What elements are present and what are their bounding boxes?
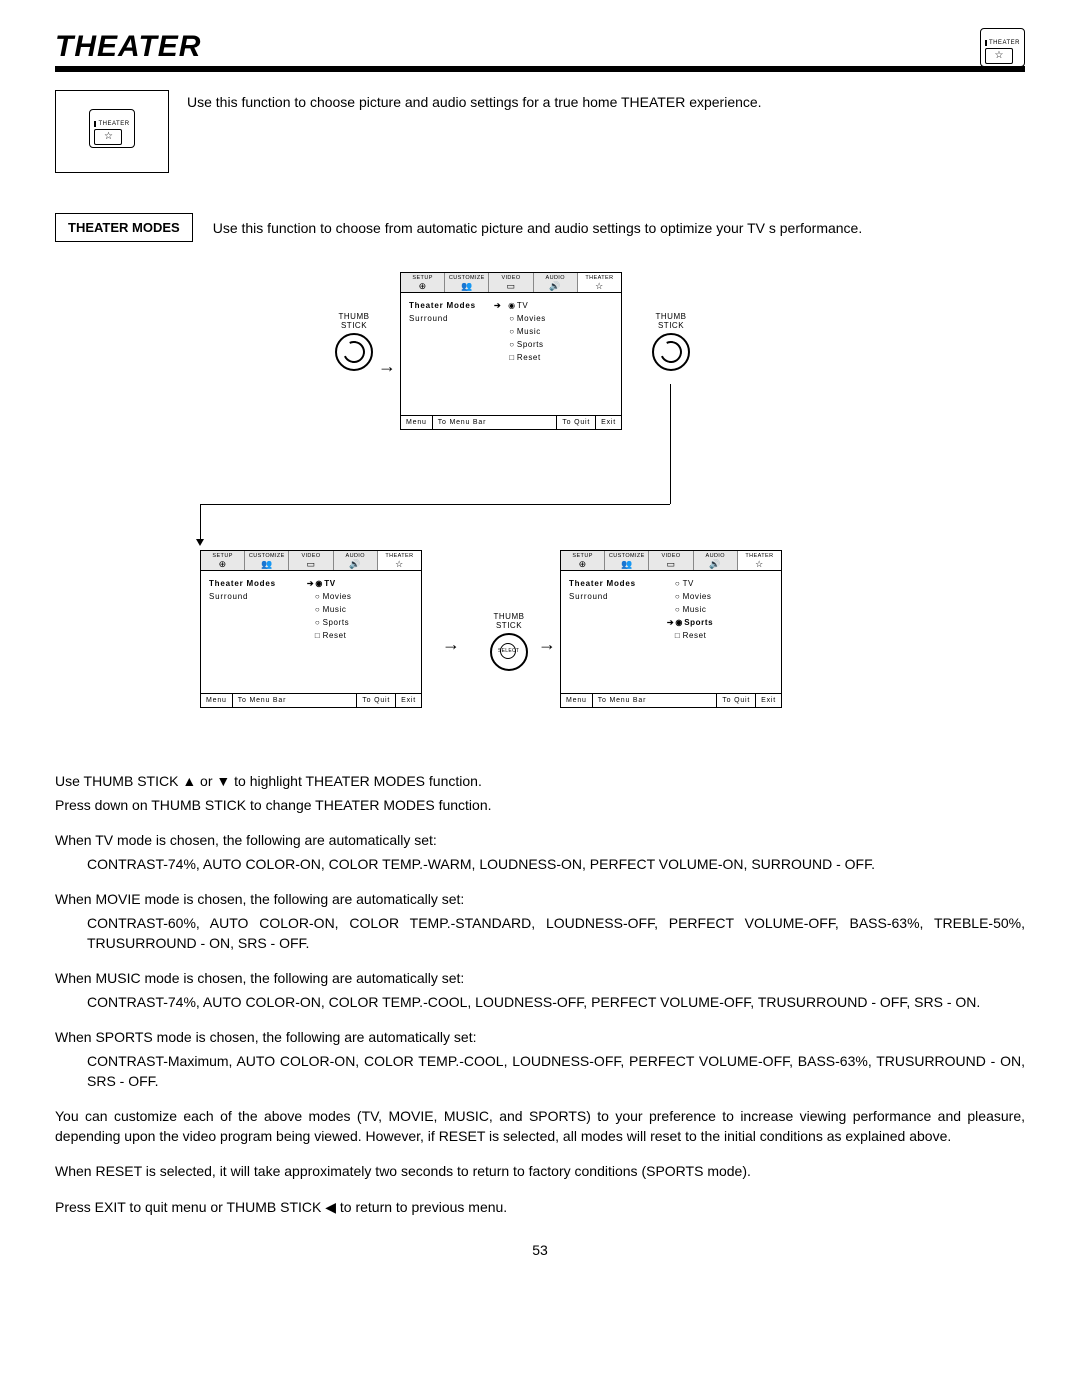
tab-customize[interactable]: CUSTOMIZE👥 [245, 551, 289, 570]
thumbstick-label: THUMBSTICK [490, 612, 528, 630]
arrow-right-icon: → [378, 356, 396, 377]
footer-exit: Exit [396, 694, 421, 707]
footer-to-quit: To Quit [717, 694, 756, 707]
menu-item-surround[interactable]: Surround [569, 590, 667, 603]
menu-item-surround[interactable]: Surround [209, 590, 307, 603]
diagram-area: THUMBSTICK → THUMBSTICK SETUP⊕ CUSTOMIZE… [60, 272, 1020, 752]
osd-tabbar: SETUP⊕ CUSTOMIZE👥 VIDEO▭ AUDIO🔊 THEATER☆ [201, 551, 421, 571]
intro-theater-glyph-icon: ☆ [94, 129, 122, 145]
intro-icon-label: THEATER [94, 121, 129, 127]
option-movies[interactable]: ○Movies [667, 590, 773, 603]
thumbstick-right-1: THUMBSTICK [652, 312, 690, 371]
menu-item-theater-modes[interactable]: Theater Modes [569, 577, 667, 590]
arrowhead-down-icon [196, 539, 204, 546]
thumbstick-label: THUMBSTICK [335, 312, 373, 330]
tab-audio[interactable]: AUDIO🔊 [694, 551, 738, 570]
footer-to-menu-bar: To Menu Bar [233, 694, 358, 707]
customize-text: You can customize each of the above mode… [55, 1107, 1025, 1146]
intro-text: Use this function to choose picture and … [187, 90, 762, 110]
tab-setup[interactable]: SETUP⊕ [401, 273, 445, 292]
menu-item-theater-modes[interactable]: Theater Modes ➔ [409, 299, 507, 312]
thumbstick-select: THUMBSTICK SELECT [490, 612, 528, 671]
thumbstick-label: THUMBSTICK [652, 312, 690, 330]
footer-menu: Menu [561, 694, 593, 707]
intro-icon-frame: THEATER ☆ [55, 90, 169, 173]
option-sports[interactable]: ○Sports [307, 616, 413, 629]
option-movies[interactable]: ○Movies [507, 312, 613, 325]
option-tv[interactable]: ◉TV [507, 299, 613, 312]
option-music[interactable]: ○Music [667, 603, 773, 616]
select-label: SELECT [498, 648, 519, 654]
osd-screen-3: SETUP⊕ CUSTOMIZE👥 VIDEO▭ AUDIO🔊 THEATER☆… [560, 550, 782, 708]
footer-menu: Menu [201, 694, 233, 707]
tab-audio[interactable]: AUDIO🔊 [334, 551, 378, 570]
arrow-right-icon: → [538, 634, 556, 655]
menu-item-surround[interactable]: Surround [409, 312, 507, 325]
tab-setup[interactable]: SETUP⊕ [561, 551, 605, 570]
tab-theater[interactable]: THEATER☆ [378, 551, 421, 570]
option-movies[interactable]: ○Movies [307, 590, 413, 603]
sports-mode-head: When SPORTS mode is chosen, the followin… [55, 1028, 1025, 1048]
menu-item-theater-modes[interactable]: Theater Modes [209, 577, 307, 590]
thumbstick-left-1: THUMBSTICK [335, 312, 373, 371]
footer-exit: Exit [756, 694, 781, 707]
tab-video[interactable]: VIDEO▭ [649, 551, 693, 570]
tab-setup[interactable]: SETUP⊕ [201, 551, 245, 570]
option-reset[interactable]: □Reset [667, 629, 773, 642]
movie-mode-body: CONTRAST-60%, AUTO COLOR-ON, COLOR TEMP.… [55, 914, 1025, 953]
option-sports[interactable]: ➔◉Sports [667, 616, 773, 629]
option-music[interactable]: ○Music [507, 325, 613, 338]
footer-to-menu-bar: To Menu Bar [433, 416, 558, 429]
tv-mode-body: CONTRAST-74%, AUTO COLOR-ON, COLOR TEMP.… [55, 855, 1025, 875]
osd-tabbar: SETUP⊕ CUSTOMIZE👥 VIDEO▭ AUDIO🔊 THEATER☆ [561, 551, 781, 571]
instruction-line-1: Use THUMB STICK ▲ or ▼ to highlight THEA… [55, 772, 1025, 792]
tab-theater[interactable]: THEATER☆ [738, 551, 781, 570]
page-title: THEATER [55, 30, 1025, 64]
setup-icon: ⊕ [401, 281, 444, 291]
osd-screen-1: SETUP⊕ CUSTOMIZE👥 VIDEO▭ AUDIO🔊 THEATER☆… [400, 272, 622, 430]
arrow-right-icon: → [442, 634, 460, 655]
footer-to-quit: To Quit [357, 694, 396, 707]
option-reset[interactable]: □Reset [507, 351, 613, 364]
title-rule [55, 66, 1025, 72]
option-tv[interactable]: ○TV [667, 577, 773, 590]
section-text: Use this function to choose from automat… [213, 220, 863, 236]
theater-glyph-icon: ☆ [985, 48, 1013, 64]
option-reset[interactable]: □Reset [307, 629, 413, 642]
corner-icon-label: THEATER [985, 40, 1020, 46]
instruction-line-2: Press down on THUMB STICK to change THEA… [55, 796, 1025, 816]
footer-to-quit: To Quit [557, 416, 596, 429]
tv-mode-head: When TV mode is chosen, the following ar… [55, 831, 1025, 851]
music-mode-body: CONTRAST-74%, AUTO COLOR-ON, COLOR TEMP.… [55, 993, 1025, 1013]
section-label-box: THEATER MODES [55, 213, 193, 242]
video-icon: ▭ [489, 281, 532, 291]
footer-exit: Exit [596, 416, 621, 429]
audio-icon: 🔊 [534, 281, 577, 291]
body-text: Use THUMB STICK ▲ or ▼ to highlight THEA… [55, 772, 1025, 1218]
option-music[interactable]: ○Music [307, 603, 413, 616]
tab-video[interactable]: VIDEO▭ [289, 551, 333, 570]
sports-mode-body: CONTRAST-Maximum, AUTO COLOR-ON, COLOR T… [55, 1052, 1025, 1091]
osd-screen-2: SETUP⊕ CUSTOMIZE👥 VIDEO▭ AUDIO🔊 THEATER☆… [200, 550, 422, 708]
tab-customize[interactable]: CUSTOMIZE👥 [445, 273, 489, 292]
tab-video[interactable]: VIDEO▭ [489, 273, 533, 292]
customize-icon: 👥 [445, 281, 488, 291]
footer-to-menu-bar: To Menu Bar [593, 694, 718, 707]
tab-audio[interactable]: AUDIO🔊 [534, 273, 578, 292]
tab-customize[interactable]: CUSTOMIZE👥 [605, 551, 649, 570]
tab-theater[interactable]: THEATER☆ [578, 273, 621, 292]
osd-tabbar: SETUP⊕ CUSTOMIZE👥 VIDEO▭ AUDIO🔊 THEATER☆ [401, 273, 621, 293]
option-tv[interactable]: ➔◉TV [307, 577, 413, 590]
page-number: 53 [55, 1242, 1025, 1258]
reset-text: When RESET is selected, it will take app… [55, 1162, 1025, 1182]
exit-text: Press EXIT to quit menu or THUMB STICK ◀… [55, 1198, 1025, 1218]
footer-menu: Menu [401, 416, 433, 429]
corner-theater-icon: THEATER ☆ [980, 28, 1025, 67]
option-sports[interactable]: ○Sports [507, 338, 613, 351]
theater-tab-icon: ☆ [578, 281, 621, 291]
movie-mode-head: When MOVIE mode is chosen, the following… [55, 890, 1025, 910]
music-mode-head: When MUSIC mode is chosen, the following… [55, 969, 1025, 989]
